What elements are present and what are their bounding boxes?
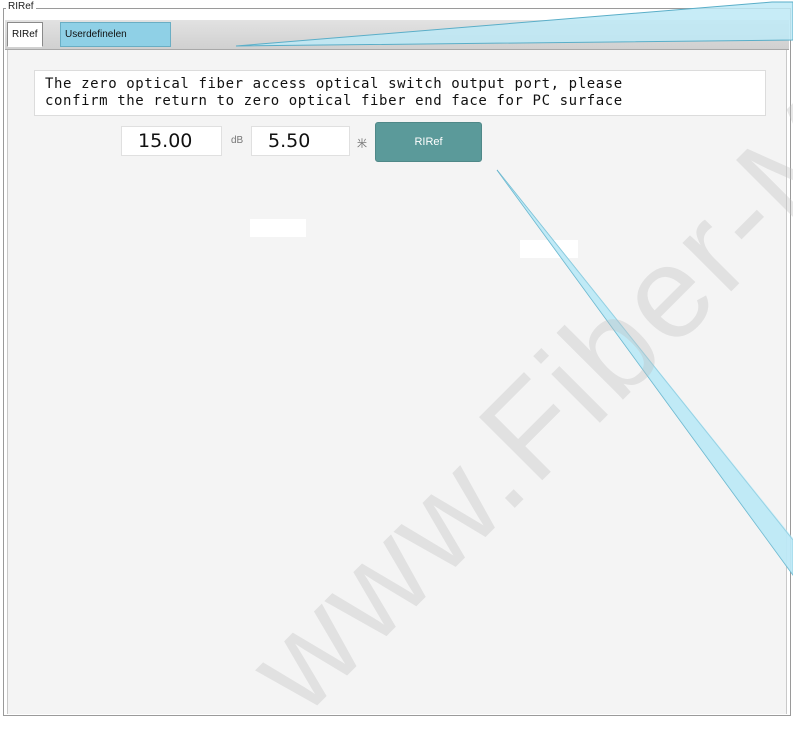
instruction-line-1: The zero optical fiber access optical sw… [45,76,623,92]
length-unit-label: 米 [357,139,367,150]
loss-unit-label: dB [231,135,244,146]
instruction-message: The zero optical fiber access optical sw… [34,70,766,116]
blank-area-2 [520,240,578,258]
blank-area-1 [250,219,306,237]
tab-userdefinelen[interactable]: Userdefinelen [60,22,171,47]
length-value-field[interactable]: 5.50 [251,126,350,156]
tab-strip: RIRef Userdefinelen [5,20,789,50]
riref-button[interactable]: RIRef [375,122,482,162]
groupbox-title: RIRef [6,1,36,13]
loss-value-field[interactable]: 15.00 [121,126,222,156]
instruction-line-2: confirm the return to zero optical fiber… [45,93,623,109]
tab-riref[interactable]: RIRef [7,22,43,47]
